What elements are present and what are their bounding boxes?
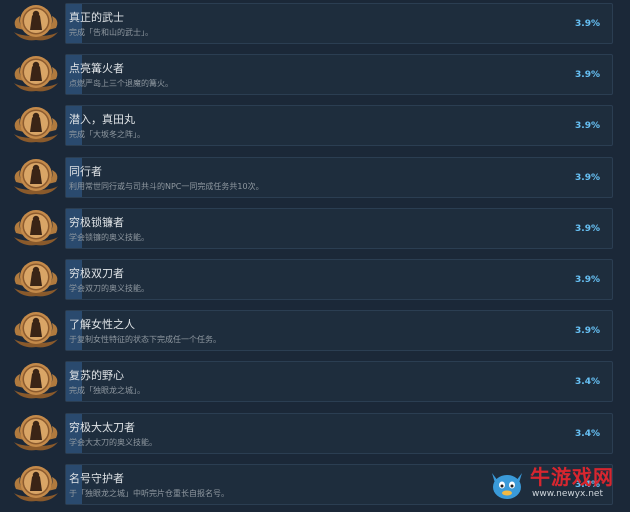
achievement-row[interactable]: 复苏的野心 完成「独眼龙之城」。 3.4% [0, 358, 630, 409]
guardian-medal-icon [12, 463, 60, 505]
unlock-percentage: 3.9% [575, 275, 600, 285]
achievement-row[interactable]: 穷极锁镰者 学会锁镰的奥义技能。 3.9% [0, 205, 630, 256]
mascot-logo-icon [492, 473, 522, 499]
odachi-medal-icon [12, 412, 60, 454]
unlock-percentage: 3.9% [575, 121, 600, 132]
unlock-percentage: 3.9% [575, 223, 600, 234]
achievement-description: 完成「大坂冬之阵」。 [69, 130, 145, 140]
dual-swords-medal-icon [12, 258, 60, 300]
watermark-title: 牛游戏网 [530, 465, 614, 489]
watermark-url: www.newyx.net [532, 489, 604, 499]
kusarigama-medal-icon [12, 207, 60, 249]
achievement-panel: 潜入，真田丸 完成「大坂冬之阵」。 3.9% [65, 105, 613, 147]
samurai-medal-icon [12, 2, 60, 44]
achievement-panel: 同行者 利用常世同行或与司共斗的NPC一同完成任务共10次。 3.9% [65, 156, 613, 198]
achievement-title: 了解女性之人 [69, 318, 135, 332]
achievement-row[interactable]: 真正的武士 完成「告和山的武士」。 3.9% [0, 0, 630, 51]
achievement-description: 于「独眼龙之城」中听完片仓重长自报名号。 [69, 488, 229, 498]
achievement-description: 于复制女性特征的状态下完成任一个任务。 [69, 335, 221, 345]
achievement-title: 穷极双刀者 [69, 267, 124, 280]
companion-medal-icon [12, 156, 60, 198]
achievement-panel: 复苏的野心 完成「独眼龙之城」。 3.4% [65, 361, 613, 403]
bonfire-medal-icon [12, 53, 60, 95]
achievement-description: 完成「独眼龙之城」。 [69, 386, 145, 396]
achievement-description: 完成「告和山的武士」。 [69, 28, 153, 37]
achievement-title: 穷极大太刀者 [69, 420, 135, 434]
achievement-panel: 真正的武士 完成「告和山的武士」。 3.9% [65, 3, 613, 44]
achievement-panel: 穷极双刀者 学会双刀的奥义技能。 3.9% [65, 259, 613, 300]
unlock-percentage: 3.9% [575, 172, 600, 183]
achievement-panel: 点亮篝火者 点燃严岛上三个退魔的篝火。 3.9% [65, 54, 613, 96]
unlock-percentage: 3.9% [575, 70, 600, 81]
achievement-row[interactable]: 穷极大太刀者 学会大太刀的奥义技能。 3.4% [0, 410, 630, 461]
achievement-row[interactable]: 同行者 利用常世同行或与司共斗的NPC一同完成任务共10次。 3.9% [0, 154, 630, 205]
unlock-percentage: 3.4% [575, 428, 600, 439]
achievement-title: 同行者 [69, 164, 102, 178]
achievement-description: 学会锁镰的奥义技能。 [69, 232, 149, 242]
achievement-row[interactable]: 穷极双刀者 学会双刀的奥义技能。 3.9% [0, 256, 630, 307]
achievement-row[interactable]: 点亮篝火者 点燃严岛上三个退魔的篝火。 3.9% [0, 51, 630, 102]
achievement-row[interactable]: 潜入，真田丸 完成「大坂冬之阵」。 3.9% [0, 102, 630, 153]
unlock-percentage: 3.9% [575, 326, 600, 337]
unlock-percentage: 3.4% [575, 377, 600, 388]
achievement-title: 真正的武士 [69, 11, 124, 24]
achievement-description: 点燃严岛上三个退魔的篝火。 [69, 79, 173, 89]
achievement-title: 潜入，真田丸 [69, 113, 135, 127]
achievement-panel: 穷极锁镰者 学会锁镰的奥义技能。 3.9% [65, 207, 613, 249]
achievement-title: 名号守护者 [69, 471, 124, 485]
achievement-panel: 了解女性之人 于复制女性特征的状态下完成任一个任务。 3.9% [65, 310, 613, 352]
achievement-description: 学会大太刀的奥义技能。 [69, 437, 157, 447]
achievement-description: 学会双刀的奥义技能。 [69, 284, 149, 293]
unlock-percentage: 3.9% [575, 19, 600, 29]
infiltrator-medal-icon [12, 104, 60, 146]
achievement-panel: 穷极大太刀者 学会大太刀的奥义技能。 3.4% [65, 412, 613, 454]
site-watermark: 牛游戏网 www.newyx.net [486, 459, 626, 505]
achievement-row[interactable]: 了解女性之人 于复制女性特征的状态下完成任一个任务。 3.9% [0, 307, 630, 358]
achievement-description: 利用常世同行或与司共斗的NPC一同完成任务共10次。 [69, 181, 264, 191]
achievement-title: 穷极锁镰者 [69, 215, 124, 229]
ambition-medal-icon [12, 360, 60, 402]
woman-medal-icon [12, 309, 60, 351]
achievement-title: 点亮篝火者 [69, 62, 124, 76]
achievement-title: 复苏的野心 [69, 369, 124, 383]
